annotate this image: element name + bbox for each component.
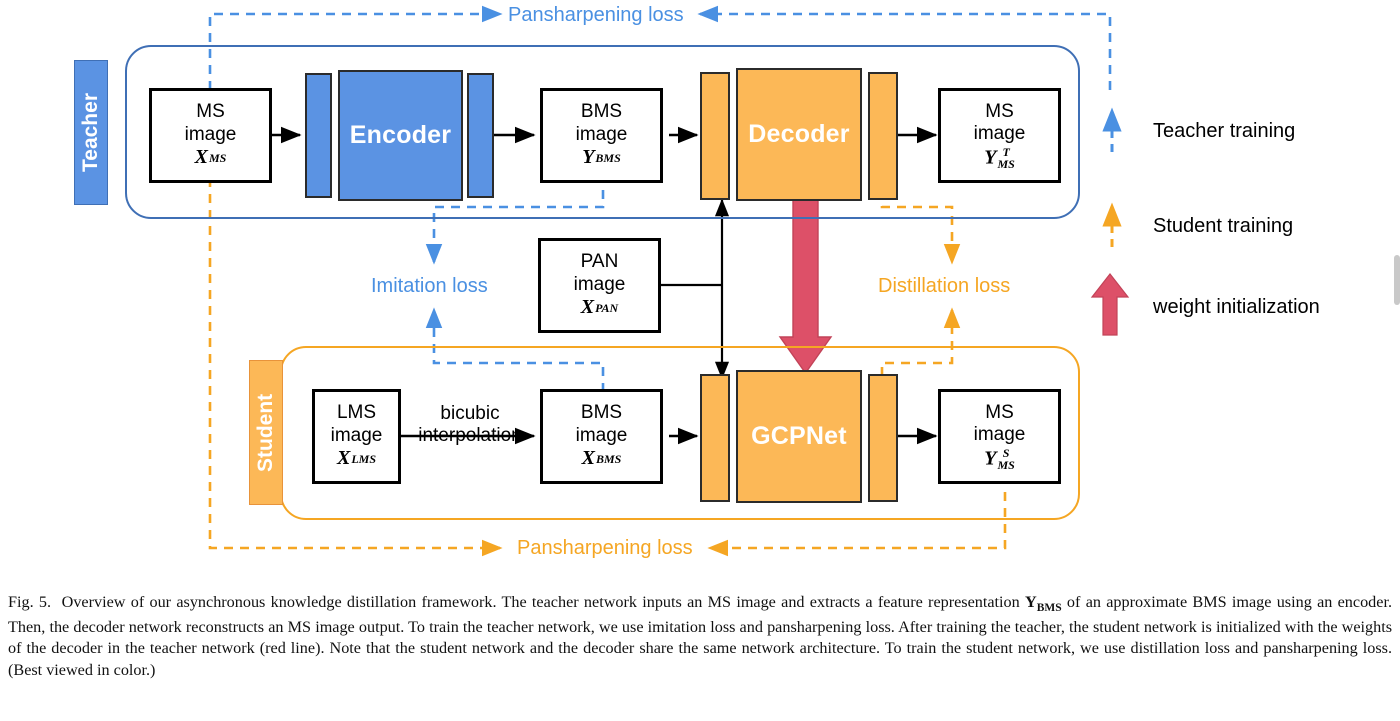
legend-teacher-training-label: Teacher training <box>1153 120 1296 142</box>
lms-image-box: LMS image X LMS <box>312 389 401 484</box>
encoder-input-bar <box>305 73 332 198</box>
ms-teacher-output-line1: MS <box>985 100 1014 122</box>
caption-symbol-y-sub: BMS <box>1036 602 1062 615</box>
bms-teacher-symbol-sub: BMS <box>595 150 621 165</box>
decoder-block: Decoder <box>736 68 862 201</box>
bms-student-box: BMS image X BMS <box>540 389 663 484</box>
pansharpening-loss-bottom-label: Pansharpening loss <box>517 537 693 559</box>
lms-symbol-base: X <box>336 447 351 470</box>
ms-student-output-symbol-base: Y <box>984 446 997 469</box>
weight-initialization-arrow-icon <box>1090 273 1130 336</box>
lms-line2: image <box>330 424 383 446</box>
bms-student-line1: BMS <box>580 402 623 424</box>
bms-student-symbol-base: X <box>581 447 595 470</box>
ms-teacher-output-box: MS image Y T MS <box>938 88 1061 183</box>
bicubic-interpolation-label: bicubic interpolation <box>400 403 540 447</box>
ms-teacher-output-symbol-sub: MS <box>997 156 1015 171</box>
lms-line1: LMS <box>336 402 377 424</box>
decoder-output-bar <box>868 72 898 200</box>
decoder-input-bar <box>700 72 730 200</box>
decoder-label: Decoder <box>748 120 850 148</box>
framework-diagram: Teacher Student MS image X MS Encoder BMS… <box>0 0 1400 585</box>
lms-symbol-sub: LMS <box>351 451 377 466</box>
bms-teacher-symbol: Y BMS <box>582 146 621 170</box>
ms-input-symbol-sub: MS <box>209 150 227 165</box>
gcpnet-input-bar <box>700 374 730 502</box>
bms-teacher-line2: image <box>575 123 628 145</box>
bms-student-symbol: X BMS <box>582 447 622 471</box>
gcpnet-output-bar <box>868 374 898 502</box>
encoder-label: Encoder <box>349 121 452 149</box>
caption-text-part1: Overview of our asynchronous knowledge d… <box>61 593 1026 611</box>
ms-input-line1: MS <box>196 101 225 123</box>
ms-student-output-box: MS image Y S MS <box>938 389 1061 484</box>
ms-input-line2: image <box>184 123 237 145</box>
ms-student-output-line2: image <box>973 424 1026 446</box>
pan-line1: PAN <box>580 251 619 273</box>
encoder-output-bar <box>467 73 494 198</box>
distillation-loss-label: Distillation loss <box>878 275 1011 297</box>
lms-symbol: X LMS <box>337 447 376 471</box>
ms-teacher-output-line2: image <box>973 123 1026 145</box>
figure-caption: Fig. 5. Overview of our asynchronous kno… <box>8 592 1392 681</box>
ms-input-symbol-base: X <box>194 146 208 169</box>
bms-teacher-box: BMS image Y BMS <box>540 88 663 183</box>
bms-teacher-symbol-base: Y <box>582 146 595 169</box>
bms-teacher-line1: BMS <box>580 101 623 123</box>
caption-symbol-y: Y <box>1025 593 1037 611</box>
caption-figure-number: Fig. 5. <box>8 593 52 611</box>
gcpnet-block: GCPNet <box>736 370 862 503</box>
imitation-loss-label: Imitation loss <box>371 275 488 297</box>
legend: Teacher training Student training weight… <box>1090 90 1400 340</box>
ms-input-symbol: X MS <box>195 146 227 170</box>
bms-student-line2: image <box>575 424 628 446</box>
gcpnet-label: GCPNet <box>751 422 847 450</box>
pan-image-box: PAN image X PAN <box>538 238 661 333</box>
bicubic-line1: bicubic <box>440 403 500 424</box>
student-side-tab: Student <box>249 360 283 505</box>
pan-symbol: X PAN <box>581 296 618 320</box>
legend-student-training-label: Student training <box>1153 215 1294 237</box>
ms-input-box: MS image X MS <box>149 88 272 183</box>
teacher-side-tab: Teacher <box>74 60 108 205</box>
ms-student-output-symbol: Y S MS <box>984 446 1015 472</box>
bms-student-symbol-sub: BMS <box>595 451 622 466</box>
encoder-block: Encoder <box>338 70 463 201</box>
legend-weight-initialization-label: weight initialization <box>1153 296 1320 318</box>
ms-student-output-symbol-sub: MS <box>997 457 1015 472</box>
ms-student-output-line1: MS <box>985 401 1014 423</box>
ms-teacher-output-symbol-base: Y <box>984 145 997 168</box>
scrollbar-thumb[interactable] <box>1394 255 1400 305</box>
ms-teacher-output-symbol: Y T MS <box>984 145 1015 171</box>
pan-line2: image <box>573 273 626 295</box>
pan-symbol-base: X <box>580 296 595 319</box>
pansharpening-loss-top-label: Pansharpening loss <box>508 4 684 26</box>
pan-symbol-sub: PAN <box>595 300 619 315</box>
bicubic-line2: interpolation <box>418 424 522 446</box>
